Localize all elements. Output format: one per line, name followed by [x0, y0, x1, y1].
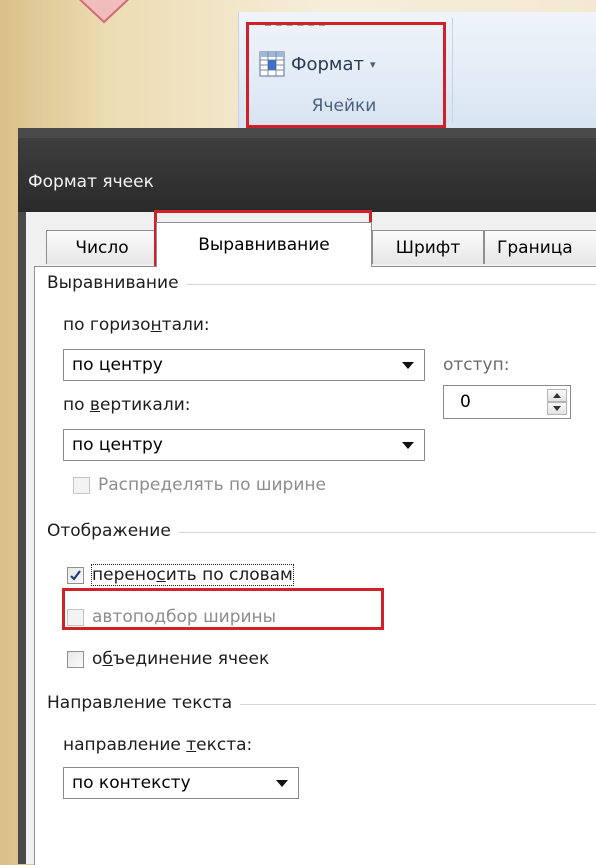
tab-border[interactable]: Граница: [484, 230, 596, 264]
alignment-section-title: Выравнивание: [47, 273, 187, 293]
tab-font-label: Шрифт: [395, 237, 461, 258]
dialog-body: Число Выравнивание Шрифт Граница Выравни…: [26, 212, 596, 865]
merge-label: объединение ячеек: [92, 649, 270, 669]
tab-border-label: Граница: [497, 237, 573, 258]
horizontal-select-value: по центру: [72, 355, 163, 375]
indent-label-text: отступ:: [443, 355, 510, 375]
indent-value: 0: [460, 392, 471, 412]
ribbon-cells-group: Формат ▾ Ячейки: [238, 12, 596, 130]
checkmark-icon: [70, 569, 81, 581]
chevron-down-icon: [402, 442, 414, 449]
merge-cells-checkbox[interactable]: объединение ячеек: [67, 649, 269, 669]
merge-checkbox-box: [67, 650, 84, 668]
shrink-label: автоподбор ширины: [92, 607, 277, 627]
tab-strip: Число Выравнивание Шрифт Граница: [26, 212, 596, 274]
format-cells-icon: [259, 51, 285, 77]
tab-font[interactable]: Шрифт: [372, 230, 484, 264]
distribute-checkbox-box: [73, 476, 90, 494]
cells-group-label: Ячейки: [311, 96, 377, 116]
vertical-label: по вертикали:: [63, 395, 191, 415]
ribbon-cut-text: [265, 24, 325, 32]
indent-up-button[interactable]: [547, 389, 567, 402]
alignment-tab-panel: Выравнивание по горизонтали: по центру о…: [34, 266, 596, 865]
wrap-text-checkbox[interactable]: переносить по словам: [67, 564, 294, 586]
format-button-label: Формат: [291, 53, 365, 75]
vertical-select-value: по центру: [72, 435, 163, 455]
tab-number-label: Число: [75, 237, 129, 258]
tab-number[interactable]: Число: [46, 230, 158, 264]
arrow-up-icon: [553, 393, 561, 398]
indent-down-button[interactable]: [547, 402, 567, 415]
format-button[interactable]: Формат ▾: [259, 48, 419, 80]
horizontal-label: по горизонтали:: [63, 315, 210, 335]
indent-spinner[interactable]: 0: [443, 385, 571, 419]
arrow-down-icon: [553, 406, 561, 411]
dialog-titlebar[interactable]: Формат ячеек: [18, 138, 596, 212]
wrap-text-checkbox-box: [67, 566, 84, 584]
text-direction-label: направление текста:: [63, 735, 253, 755]
distribute-label: Распределять по ширине: [98, 475, 326, 495]
text-direction-select[interactable]: по контексту: [63, 767, 299, 799]
horizontal-select[interactable]: по центру: [63, 349, 425, 381]
format-cells-dialog: Формат ячеек Число Выравнивание Шрифт Гр…: [18, 128, 596, 865]
dialog-title: Формат ячеек: [28, 172, 154, 192]
chevron-down-icon: ▾: [370, 57, 376, 71]
shrink-to-fit-checkbox[interactable]: автоподбор ширины: [67, 607, 276, 627]
display-section-title: Отображение: [47, 521, 179, 541]
wrap-text-label: переносить по словам: [91, 564, 294, 586]
tab-alignment-label: Выравнивание: [198, 235, 330, 255]
chevron-down-icon: [276, 780, 288, 787]
direction-section-title: Направление текста: [47, 693, 241, 713]
background-arrow-shape: [78, 0, 130, 24]
chevron-down-icon: [402, 362, 414, 369]
shrink-checkbox-box: [67, 608, 84, 626]
distribute-checkbox[interactable]: Распределять по ширине: [73, 475, 326, 495]
vertical-select[interactable]: по центру: [63, 429, 425, 461]
ribbon-separator: [452, 18, 453, 122]
tab-alignment[interactable]: Выравнивание: [156, 222, 372, 267]
text-direction-value: по контексту: [72, 773, 191, 793]
